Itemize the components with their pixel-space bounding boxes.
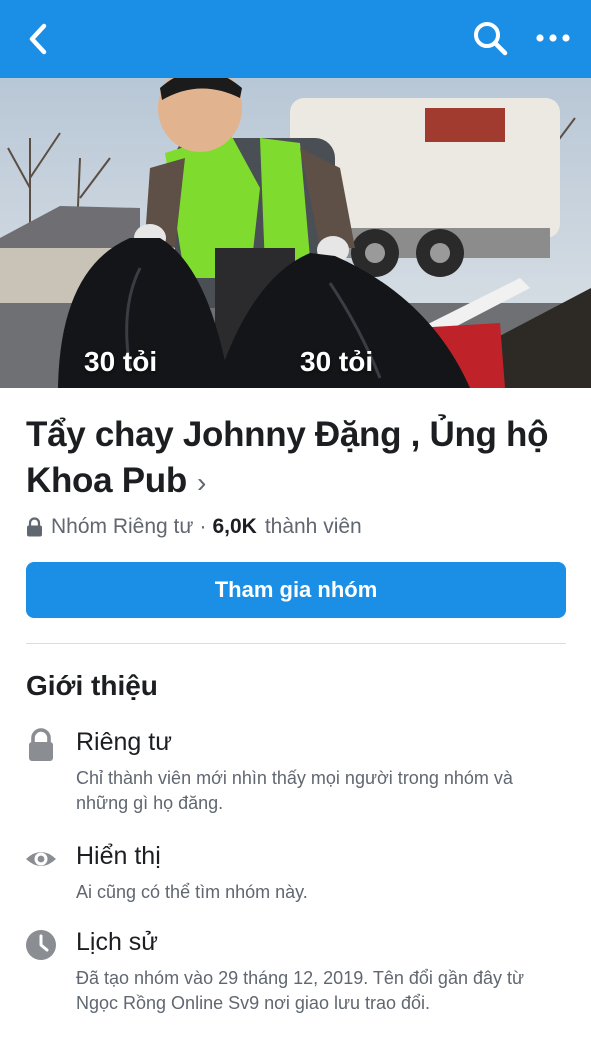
cover-photo-illustration <box>0 78 591 388</box>
search-icon[interactable] <box>470 18 510 58</box>
top-nav-bar <box>0 0 591 78</box>
meta-separator: · <box>199 515 207 538</box>
group-title[interactable]: Tẩy chay Johnny Đặng , Ủng hộ Khoa Pub › <box>26 412 566 506</box>
eye-icon <box>26 852 56 866</box>
member-label[interactable]: thành viên <box>265 515 362 539</box>
member-count[interactable]: 6,0K <box>212 515 256 539</box>
about-item-label: Hiển thị <box>76 842 161 870</box>
about-item-label: Riêng tư <box>76 728 172 756</box>
group-name: Tẩy chay Johnny Đặng , Ủng hộ Khoa Pub <box>26 415 549 500</box>
join-group-button[interactable]: Tham gia nhóm <box>26 562 566 618</box>
about-item-description: Ai cũng có thể tìm nhóm này. <box>76 882 308 902</box>
clock-icon <box>26 930 56 960</box>
about-item-label: Lịch sử <box>76 928 159 956</box>
group-meta: Nhóm Riêng tư · 6,0K thành viên <box>26 512 362 542</box>
cover-caption-right: 30 tỏi <box>300 346 374 377</box>
section-divider <box>26 643 566 644</box>
cover-caption-left: 30 tỏi <box>84 346 158 377</box>
lock-icon <box>29 728 53 761</box>
more-horizontal-icon[interactable] <box>534 24 574 52</box>
about-section-title: Giới thiệu <box>26 670 158 701</box>
privacy-label: Nhóm Riêng tư <box>51 515 194 538</box>
lock-icon <box>27 517 42 537</box>
about-item-description: Chỉ thành viên mới nhìn thấy mọi người t… <box>76 768 513 813</box>
chevron-left-icon[interactable] <box>22 20 56 58</box>
chevron-right-icon: › <box>196 467 206 498</box>
cover-photo[interactable]: 30 tỏi 30 tỏi <box>0 78 591 388</box>
about-item-description: Đã tạo nhóm vào 29 tháng 12, 2019. Tên đ… <box>76 968 525 1013</box>
